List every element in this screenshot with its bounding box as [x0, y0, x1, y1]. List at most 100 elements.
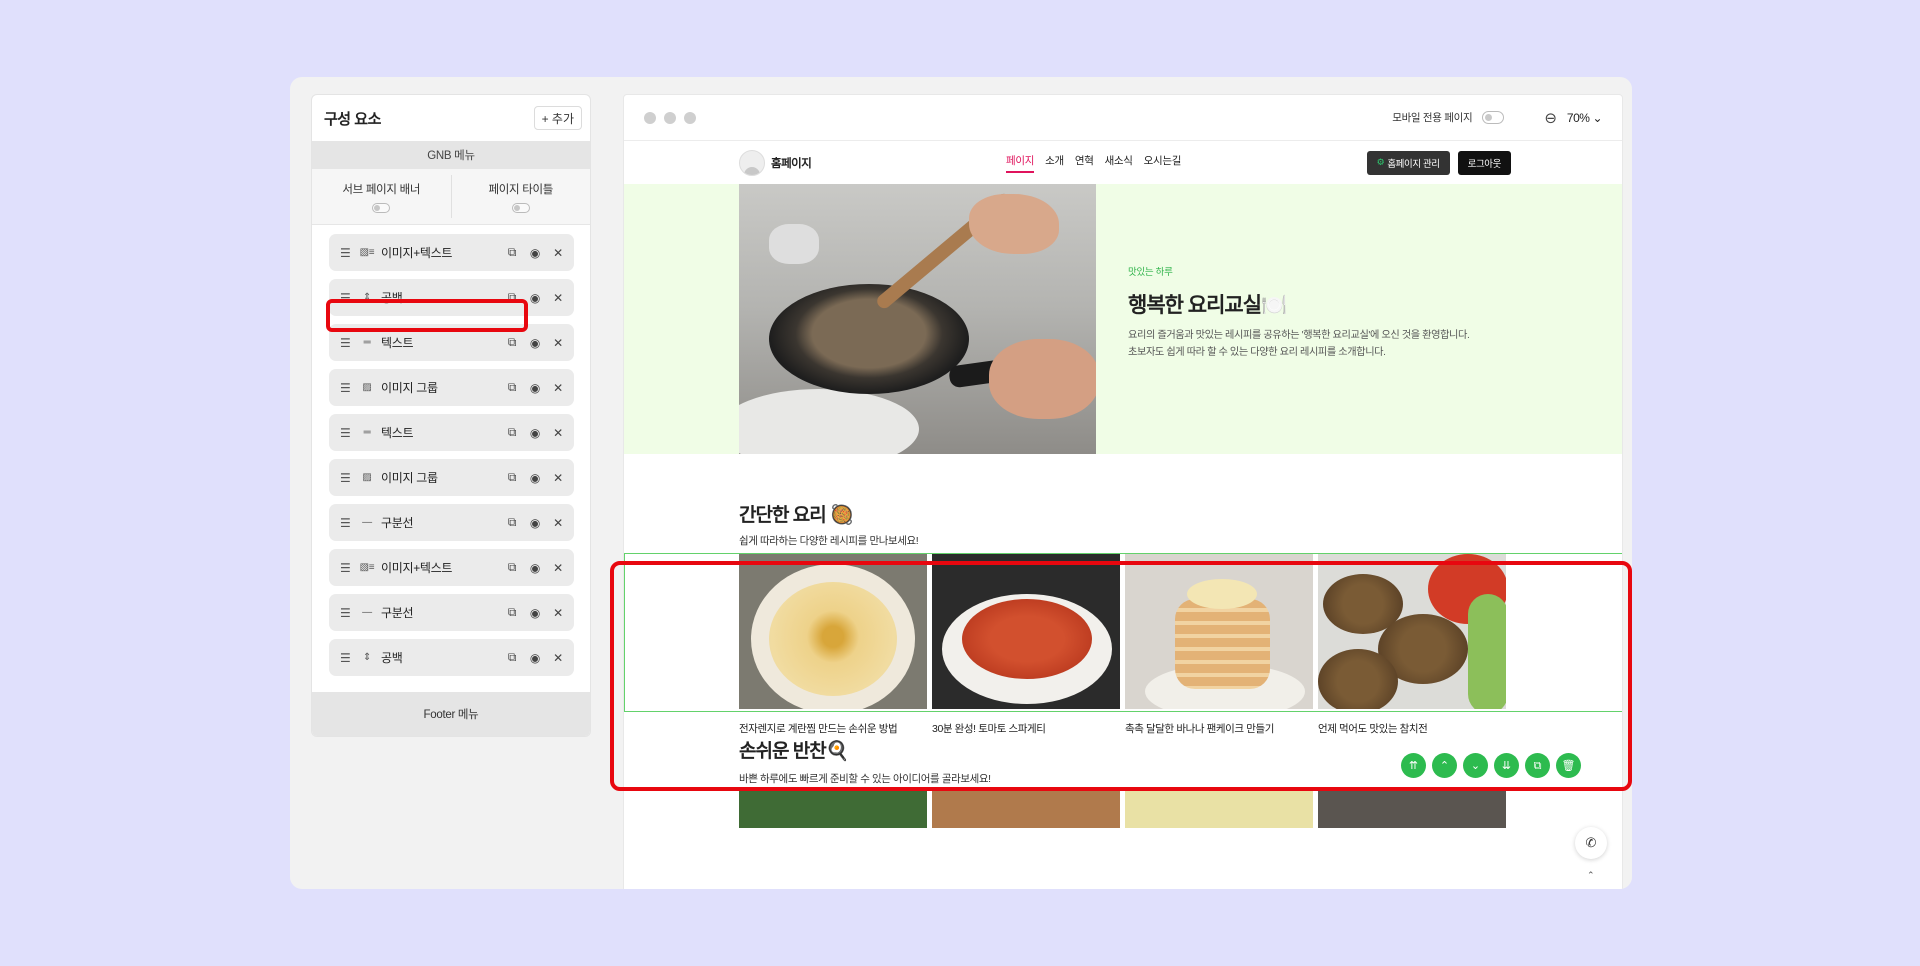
- menu-item-page[interactable]: 페이지: [1006, 153, 1034, 173]
- menu-item-directions[interactable]: 오시는길: [1144, 153, 1182, 173]
- avatar: [739, 149, 765, 176]
- image-text-icon: ▧≡: [359, 247, 375, 258]
- drag-handle-icon[interactable]: ☰: [340, 606, 354, 620]
- duplicate-icon[interactable]: ⧉: [505, 335, 519, 350]
- card-image: [739, 788, 927, 828]
- drag-handle-icon[interactable]: ☰: [340, 246, 354, 260]
- gallery-card[interactable]: 30분 완성! 토마토 스파게티: [932, 554, 1120, 736]
- manage-homepage-button[interactable]: ⚙ 홈페이지 관리: [1366, 150, 1450, 175]
- delete-x-icon[interactable]: ✕: [551, 426, 565, 440]
- hero-section: 맛있는 하루 행복한 요리교실🍽️ 요리의 즐거움과 맛있는 레시피를 공유하는…: [624, 184, 1622, 454]
- sub-banner-toggle-group: 서브 페이지 배너: [312, 169, 451, 224]
- visibility-eye-icon[interactable]: ◉: [528, 246, 542, 260]
- menu-item-news[interactable]: 새소식: [1105, 153, 1133, 173]
- text-icon: ═: [363, 337, 371, 348]
- visibility-eye-icon[interactable]: ◉: [528, 516, 542, 530]
- menu-item-history[interactable]: 연혁: [1075, 153, 1094, 173]
- gallery-card[interactable]: 촉촉 달달한 바나나 팬케이크 만들기: [1125, 554, 1313, 736]
- hero-title: 행복한 요리교실🍽️: [1128, 294, 1287, 317]
- delete-x-icon[interactable]: ✕: [551, 471, 565, 485]
- visibility-eye-icon[interactable]: ◉: [528, 381, 542, 395]
- duplicate-icon[interactable]: ⧉: [1525, 753, 1550, 778]
- component-item[interactable]: ☰ ▧≡ 이미지+텍스트 ⧉ ◉ ✕: [329, 549, 574, 586]
- divider-icon: —: [362, 517, 372, 528]
- drag-handle-icon[interactable]: ☰: [340, 651, 354, 665]
- gallery-card[interactable]: 언제 먹어도 맛있는 참치전: [1318, 554, 1506, 736]
- page-title-label: 페이지 타이틀: [488, 183, 554, 196]
- delete-x-icon[interactable]: ✕: [551, 606, 565, 620]
- drag-handle-icon[interactable]: ☰: [340, 471, 354, 485]
- drag-handle-icon[interactable]: ☰: [340, 291, 354, 305]
- scroll-top-icon[interactable]: ⌃: [1587, 871, 1595, 881]
- duplicate-icon[interactable]: ⧉: [505, 425, 519, 440]
- panel-header: 구성 요소 + 추가: [312, 95, 590, 141]
- site-brand[interactable]: 홈페이지: [771, 155, 812, 171]
- component-item[interactable]: ☰ ▧≡ 이미지+텍스트 ⧉ ◉ ✕: [329, 234, 574, 271]
- visibility-eye-icon[interactable]: ◉: [528, 426, 542, 440]
- duplicate-icon[interactable]: ⧉: [505, 515, 519, 530]
- menu-item-about[interactable]: 소개: [1045, 153, 1064, 173]
- zoom-value: 70%: [1566, 110, 1590, 125]
- move-to-bottom-icon[interactable]: ⇊: [1494, 753, 1519, 778]
- zoom-select[interactable]: 70% ⌄: [1566, 110, 1603, 125]
- drag-handle-icon[interactable]: ☰: [340, 426, 354, 440]
- visibility-eye-icon[interactable]: ◉: [528, 291, 542, 305]
- component-item[interactable]: ☰ ⇕ 공백 ⧉ ◉ ✕: [329, 279, 574, 316]
- zoom-out-icon[interactable]: ⊖: [1544, 109, 1557, 127]
- preview-toolbar: 모바일 전용 페이지 ⊖ 70% ⌄: [624, 95, 1622, 141]
- move-down-icon[interactable]: ⌄: [1463, 753, 1488, 778]
- sub-banner-toggle[interactable]: [372, 202, 391, 213]
- move-to-top-icon[interactable]: ⇈: [1401, 753, 1426, 778]
- add-component-button[interactable]: + 추가: [533, 106, 582, 130]
- delete-x-icon[interactable]: ✕: [551, 246, 565, 260]
- visibility-eye-icon[interactable]: ◉: [528, 471, 542, 485]
- text-icon: ═: [363, 427, 371, 438]
- visibility-eye-icon[interactable]: ◉: [528, 651, 542, 665]
- phone-call-button[interactable]: ✆: [1575, 827, 1607, 859]
- mobile-only-toggle[interactable]: [1482, 111, 1505, 124]
- image-group-icon: ▨: [362, 472, 372, 483]
- duplicate-icon[interactable]: ⧉: [505, 560, 519, 575]
- drag-handle-icon[interactable]: ☰: [340, 336, 354, 350]
- visibility-eye-icon[interactable]: ◉: [528, 606, 542, 620]
- sub-banner-label: 서브 페이지 배너: [342, 183, 421, 196]
- move-up-icon[interactable]: ⌃: [1432, 753, 1457, 778]
- delete-x-icon[interactable]: ✕: [551, 336, 565, 350]
- hero-desc-line: 요리의 즐거움과 맛있는 레시피를 공유하는 '행복한 요리교실'에 오신 것을…: [1128, 330, 1470, 341]
- drag-handle-icon[interactable]: ☰: [340, 516, 354, 530]
- component-item[interactable]: ☰ — 구분선 ⧉ ◉ ✕: [329, 594, 574, 631]
- component-item[interactable]: ☰ ═ 텍스트 ⧉ ◉ ✕: [329, 324, 574, 361]
- delete-x-icon[interactable]: ✕: [551, 291, 565, 305]
- page-title-toggle[interactable]: [511, 202, 530, 213]
- delete-x-icon[interactable]: ✕: [551, 651, 565, 665]
- duplicate-icon[interactable]: ⧉: [505, 290, 519, 305]
- component-item[interactable]: ☰ ▨ 이미지 그룹 ⧉ ◉ ✕: [329, 459, 574, 496]
- visibility-eye-icon[interactable]: ◉: [528, 336, 542, 350]
- delete-trash-icon[interactable]: 🗑: [1556, 753, 1581, 778]
- logout-button[interactable]: 로그아웃: [1457, 150, 1511, 175]
- duplicate-icon[interactable]: ⧉: [505, 380, 519, 395]
- hero-text: 맛있는 하루 행복한 요리교실🍽️ 요리의 즐거움과 맛있는 레시피를 공유하는…: [1128, 264, 1470, 361]
- duplicate-icon[interactable]: ⧉: [505, 245, 519, 260]
- component-label: 이미지 그룹: [381, 471, 438, 485]
- visibility-eye-icon[interactable]: ◉: [528, 561, 542, 575]
- delete-x-icon[interactable]: ✕: [551, 516, 565, 530]
- component-item[interactable]: ☰ ═ 텍스트 ⧉ ◉ ✕: [329, 414, 574, 451]
- gnb-menu-bar[interactable]: GNB 메뉴: [312, 141, 590, 169]
- image-gallery-2: [739, 788, 1506, 828]
- component-item-selected[interactable]: ☰ ▨ 이미지 그룹 ⧉ ◉ ✕: [329, 369, 574, 406]
- drag-handle-icon[interactable]: ☰: [340, 561, 354, 575]
- duplicate-icon[interactable]: ⧉: [505, 650, 519, 665]
- image-text-icon: ▧≡: [359, 562, 375, 573]
- component-list: ☰ ▧≡ 이미지+텍스트 ⧉ ◉ ✕ ☰ ⇕ 공백 ⧉ ◉ ✕ ☰ ═ 텍스트 ⧉ ◉ ✕ …: [312, 225, 590, 676]
- drag-handle-icon[interactable]: ☰: [340, 381, 354, 395]
- duplicate-icon[interactable]: ⧉: [505, 605, 519, 620]
- duplicate-icon[interactable]: ⧉: [505, 470, 519, 485]
- component-item[interactable]: ☰ ⇕ 공백 ⧉ ◉ ✕: [329, 639, 574, 676]
- delete-x-icon[interactable]: ✕: [551, 381, 565, 395]
- footer-menu-bar[interactable]: Footer 메뉴: [312, 692, 590, 736]
- gallery-card[interactable]: 전자렌지로 계란찜 만드는 손쉬운 방법: [739, 554, 927, 736]
- delete-x-icon[interactable]: ✕: [551, 561, 565, 575]
- component-item[interactable]: ☰ — 구분선 ⧉ ◉ ✕: [329, 504, 574, 541]
- card-caption: 언제 먹어도 맛있는 참치전: [1318, 723, 1428, 735]
